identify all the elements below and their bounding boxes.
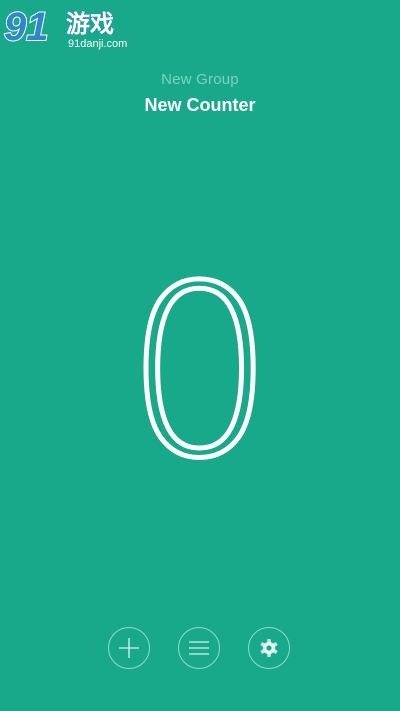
add-button[interactable]	[108, 627, 150, 669]
watermark-logo: 91 游戏 91danji.com	[2, 2, 138, 52]
plus-icon	[119, 638, 139, 658]
menu-icon	[189, 641, 209, 655]
count-display[interactable]: 0	[0, 268, 400, 488]
watermark-site: 91danji.com	[68, 38, 127, 50]
count-value: 0	[130, 268, 270, 468]
watermark-text: 游戏	[66, 10, 114, 38]
counter-screen: 91 游戏 91danji.com New Group New Counter …	[0, 0, 400, 711]
counter-name[interactable]: New Counter	[0, 95, 400, 116]
group-name[interactable]: New Group	[0, 71, 400, 88]
menu-button[interactable]	[178, 627, 220, 669]
bottom-toolbar	[0, 627, 400, 671]
gear-icon	[260, 639, 278, 657]
watermark-number: 91	[4, 5, 49, 49]
settings-button[interactable]	[248, 627, 290, 669]
